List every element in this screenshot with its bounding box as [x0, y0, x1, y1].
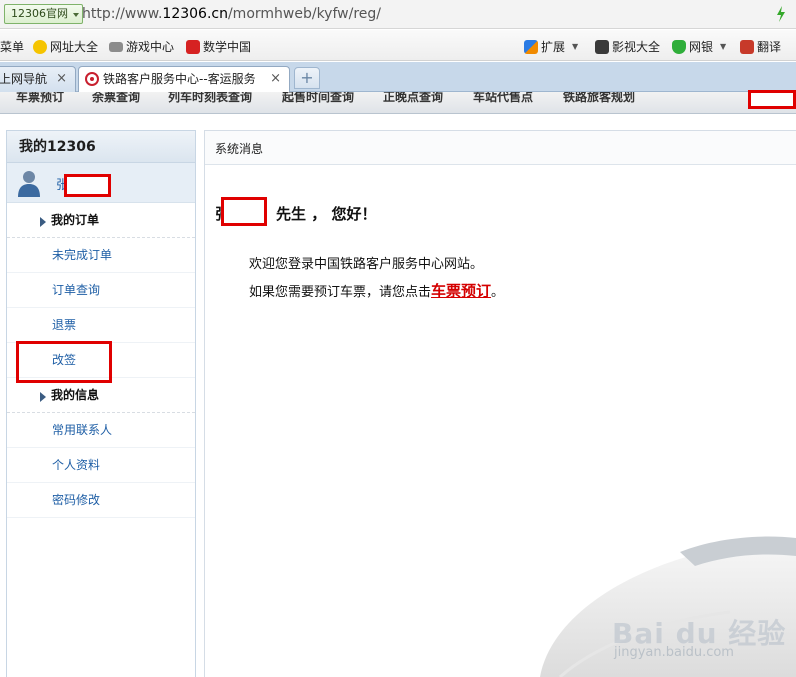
redaction-box: [64, 174, 111, 197]
fav-item-label: 游戏中心: [126, 40, 175, 54]
address-bar: 12306官网 http://www.12306.cn/mormhweb/kyf…: [0, 0, 796, 29]
chevron-down-icon: [73, 13, 79, 17]
section-label: 我的信息: [51, 388, 100, 402]
chevron-down-icon: ▼: [720, 42, 727, 51]
tab-bar: 上网导航 × 铁路客户服务中心--客运服务 × +: [0, 62, 796, 93]
booking-hint-end: 。: [491, 285, 505, 300]
sidebar-item-password[interactable]: 密码修改: [7, 483, 195, 518]
play-icon: [595, 39, 609, 54]
video-button[interactable]: 影视大全: [595, 38, 660, 55]
translate-icon: [740, 39, 754, 54]
lightning-icon[interactable]: [776, 6, 786, 22]
sidebar-item-profile[interactable]: 个人资料: [7, 448, 195, 483]
site-nav: 车票预订 余票查询 列车时刻表查询 起售时间查询 正晚点查询 车站代售点 铁路旅…: [0, 92, 796, 114]
close-icon[interactable]: ×: [56, 67, 67, 91]
grid-icon: [524, 39, 538, 54]
highlight-box: [16, 341, 112, 383]
left-sidebar: 我的12306 张 我的订单 未完成订单 订单查询 退票 改签 我的信息 常用联…: [6, 130, 196, 677]
sidebar-item-order-query[interactable]: 订单查询: [7, 273, 195, 308]
redaction-box: [221, 197, 267, 226]
site-shortcut-label: 12306官网: [11, 7, 68, 20]
site-nav-item[interactable]: 起售时间查询: [282, 92, 354, 105]
site-shortcut-button[interactable]: 12306官网: [4, 4, 83, 24]
shield-icon: [672, 39, 686, 54]
tab-label: 铁路客户服务中心--客运服务: [103, 72, 256, 86]
translate-button[interactable]: 翻译: [740, 38, 781, 55]
sidebar-section-my-info[interactable]: 我的信息: [7, 378, 195, 413]
site-nav-item[interactable]: 车票预订: [16, 92, 64, 105]
site-nav-item[interactable]: 正晚点查询: [383, 92, 443, 105]
tab-navigation[interactable]: 上网导航 ×: [0, 66, 76, 92]
panel-header: 系统消息: [205, 131, 796, 165]
tab-label: 上网导航: [0, 72, 48, 86]
user-avatar-icon: [18, 171, 40, 197]
bank-label: 网银: [689, 40, 714, 54]
url-field[interactable]: http://www.12306.cn/mormhweb/kyfw/reg/: [82, 6, 381, 22]
bank-button[interactable]: 网银 ▼: [672, 38, 726, 55]
chevron-down-icon: ▼: [572, 42, 579, 51]
redaction-box: [748, 90, 796, 109]
sidebar-section-orders[interactable]: 我的订单: [7, 203, 195, 238]
welcome-message: 欢迎您登录中国铁路客户服务中心网站。: [249, 257, 484, 272]
section-label: 我的订单: [51, 213, 100, 227]
favorites-menu[interactable]: 菜单: [0, 38, 24, 55]
book-ticket-link[interactable]: 车票预订: [431, 282, 491, 300]
gamepad-icon: [109, 41, 123, 52]
new-tab-button[interactable]: +: [294, 67, 320, 89]
url-path: /mormhweb/kyfw/reg/: [227, 6, 381, 22]
railway-logo-icon: [85, 72, 99, 86]
url-prefix: http://www.: [82, 6, 163, 22]
close-icon[interactable]: ×: [270, 67, 281, 91]
tab-12306[interactable]: 铁路客户服务中心--客运服务 ×: [78, 66, 290, 93]
favorites-menu-label: 菜单: [0, 40, 25, 54]
sidebar-title: 我的12306: [7, 131, 195, 163]
fav-item-math-china[interactable]: 数学中国: [186, 38, 251, 55]
translate-label: 翻译: [757, 40, 782, 54]
greeting-text: 先生 ， 您好！: [276, 205, 377, 223]
watermark-site: jingyan.baidu.com: [614, 645, 734, 660]
triangle-right-icon: [40, 392, 46, 402]
logo-icon: [186, 39, 200, 54]
video-label: 影视大全: [612, 40, 661, 54]
booking-hint-text: 如果您需要预订车票，请您点击: [249, 285, 432, 300]
extensions-label: 扩展: [541, 40, 566, 54]
site-nav-item[interactable]: 铁路旅客规划: [563, 92, 635, 105]
sidebar-item-refund[interactable]: 退票: [7, 308, 195, 343]
site-nav-item[interactable]: 列车时刻表查询: [168, 92, 252, 105]
fav-item-label: 网址大全: [50, 40, 99, 54]
site-nav-item[interactable]: 余票查询: [92, 92, 140, 105]
favorites-bar: 菜单 网址大全 游戏中心 数学中国 扩展 ▼ 影视大全 网银 ▼ 翻译: [0, 30, 796, 61]
sidebar-item-contacts[interactable]: 常用联系人: [7, 413, 195, 448]
site-nav-item[interactable]: 车站代售点: [473, 92, 533, 105]
fav-item-url-directory[interactable]: 网址大全: [33, 38, 98, 55]
fav-item-label: 数学中国: [203, 40, 252, 54]
url-host: 12306.cn: [162, 6, 228, 22]
fav-item-game-center[interactable]: 游戏中心: [109, 38, 174, 55]
extensions-button[interactable]: 扩展 ▼: [524, 38, 578, 55]
sidebar-item-unfinished-orders[interactable]: 未完成订单: [7, 238, 195, 273]
globe-icon: [33, 39, 47, 54]
triangle-right-icon: [40, 217, 46, 227]
booking-hint: 如果您需要预订车票，请您点击车票预订。: [249, 280, 504, 301]
